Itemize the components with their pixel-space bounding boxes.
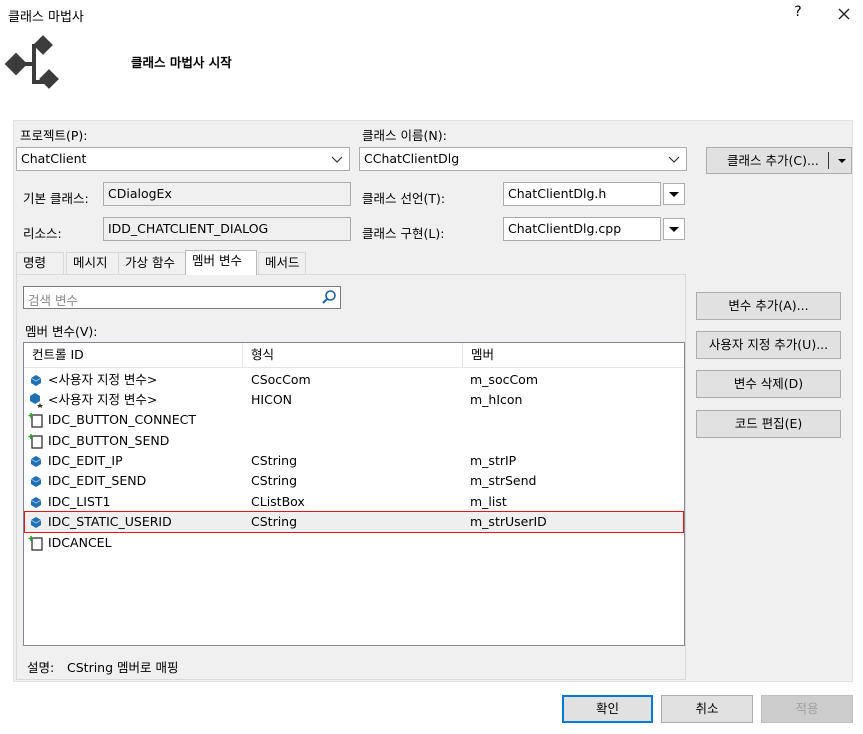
- cell-control-id: <사용자 지정 변수>: [48, 372, 158, 387]
- column-header-member[interactable]: 멤버: [463, 343, 684, 368]
- wizard-heading: 클래스 마법사 시작: [131, 55, 232, 70]
- tab-commands[interactable]: 명령: [16, 252, 64, 274]
- ok-button[interactable]: 확인: [562, 695, 653, 723]
- cancel-button[interactable]: 취소: [661, 695, 753, 723]
- edit-code-button[interactable]: 코드 편집(E): [696, 410, 841, 438]
- class-decl-label: 클래스 선언(T):: [362, 191, 446, 206]
- class-impl-field: ChatClientDlg.cpp: [503, 217, 661, 241]
- control-add-icon: [28, 413, 43, 428]
- variable-icon: [30, 497, 42, 508]
- dropdown-arrow-icon: [669, 227, 679, 232]
- control-add-icon: [28, 536, 43, 551]
- table-row[interactable]: <사용자 지정 변수> CSocCom m_socCom: [24, 370, 684, 390]
- cell-member: m_list: [470, 494, 507, 509]
- apply-button[interactable]: 적용: [761, 695, 853, 723]
- cell-member: m_strUserID: [470, 514, 547, 529]
- cell-type: CListBox: [251, 494, 305, 509]
- tab-methods[interactable]: 메서드: [258, 252, 306, 274]
- add-class-button[interactable]: 클래스 추가(C)...: [706, 147, 852, 174]
- table-row[interactable]: IDCANCEL: [24, 533, 684, 553]
- add-variable-button[interactable]: 변수 추가(A)...: [696, 292, 841, 320]
- cell-type: CString: [251, 514, 298, 529]
- table-row[interactable]: IDC_EDIT_IP CString m_strIP: [24, 451, 684, 471]
- class-impl-dropdown[interactable]: [663, 218, 685, 240]
- class-name-value: CChatClientDlg: [364, 151, 460, 166]
- cell-control-id: IDC_EDIT_IP: [48, 453, 123, 468]
- project-value: ChatClient: [21, 151, 87, 166]
- class-decl-field: ChatClientDlg.h: [503, 182, 661, 206]
- table-row[interactable]: IDC_LIST1 CListBox m_list: [24, 492, 684, 512]
- window-title: 클래스 마법사: [8, 10, 84, 25]
- search-icon[interactable]: [321, 289, 337, 305]
- variable-star-icon: [30, 393, 43, 408]
- add-class-label: 클래스 추가(C)...: [727, 153, 819, 168]
- table-row-selected[interactable]: IDC_STATIC_USERID CString m_strUserID: [24, 512, 684, 532]
- project-label: 프로젝트(P):: [20, 128, 88, 143]
- column-header-control-id[interactable]: 컨트롤 ID: [24, 343, 243, 368]
- resource-field: IDD_CHATCLIENT_DIALOG: [103, 217, 351, 241]
- split-divider: [828, 152, 829, 169]
- delete-variable-button[interactable]: 변수 삭제(D): [696, 370, 841, 398]
- chevron-down-icon: [331, 156, 343, 163]
- description-label: 설명:: [27, 660, 55, 675]
- column-header-type[interactable]: 형식: [243, 343, 463, 368]
- member-variables-list[interactable]: 컨트롤 ID 형식 멤버 <사용자 지정 변수> CSocCom m_socCo…: [23, 342, 685, 646]
- member-variables-label: 멤버 변수(V):: [25, 324, 98, 339]
- cell-member: m_hIcon: [470, 392, 523, 407]
- search-placeholder: 검색 변수: [28, 293, 78, 308]
- class-name-combo[interactable]: CChatClientDlg: [359, 147, 687, 171]
- cell-control-id: IDCANCEL: [48, 535, 112, 550]
- description-text: CString 멤버로 매핑: [67, 660, 179, 675]
- cell-member: m_strIP: [470, 453, 517, 468]
- resource-label: 리소스:: [23, 226, 62, 241]
- class-decl-dropdown[interactable]: [663, 183, 685, 205]
- project-combo[interactable]: ChatClient: [16, 147, 350, 171]
- base-class-field: CDialogEx: [103, 182, 351, 206]
- cell-type: CSocCom: [251, 372, 311, 387]
- class-wizard-icon: [4, 34, 66, 96]
- cell-member: m_socCom: [470, 372, 539, 387]
- table-row[interactable]: IDC_BUTTON_SEND: [24, 431, 684, 451]
- help-button[interactable]: ?: [788, 4, 808, 24]
- dropdown-arrow-icon: [669, 192, 679, 197]
- class-impl-label: 클래스 구현(L):: [362, 226, 445, 241]
- cell-type: HICON: [251, 392, 293, 407]
- cell-control-id: IDC_LIST1: [48, 494, 111, 509]
- chevron-down-icon: [668, 156, 680, 163]
- add-custom-button[interactable]: 사용자 지정 추가(U)...: [696, 331, 841, 359]
- list-header: 컨트롤 ID 형식 멤버: [24, 343, 684, 368]
- close-button[interactable]: [832, 2, 856, 26]
- cell-control-id: IDC_BUTTON_SEND: [48, 433, 170, 448]
- cell-type: CString: [251, 453, 298, 468]
- variable-icon: [30, 456, 42, 467]
- class-name-label: 클래스 이름(N):: [362, 128, 447, 143]
- cell-control-id: IDC_EDIT_SEND: [48, 473, 147, 488]
- cell-type: CString: [251, 473, 298, 488]
- table-row[interactable]: IDC_BUTTON_CONNECT: [24, 410, 684, 430]
- variable-icon: [30, 375, 42, 386]
- tab-member-variables[interactable]: 멤버 변수: [185, 250, 257, 275]
- table-row[interactable]: IDC_EDIT_SEND CString m_strSend: [24, 471, 684, 491]
- cell-control-id: IDC_BUTTON_CONNECT: [48, 412, 197, 427]
- base-class-label: 기본 클래스:: [23, 191, 89, 206]
- chevron-down-icon: [838, 159, 846, 163]
- table-row[interactable]: <사용자 지정 변수> HICON m_hIcon: [24, 390, 684, 410]
- close-icon: [838, 8, 850, 20]
- cell-member: m_strSend: [470, 473, 537, 488]
- search-input[interactable]: 검색 변수: [23, 286, 341, 309]
- control-add-icon: [28, 434, 43, 449]
- variable-icon: [30, 517, 42, 528]
- variable-icon: [30, 476, 42, 487]
- cell-control-id: <사용자 지정 변수>: [48, 392, 158, 407]
- cell-control-id: IDC_STATIC_USERID: [48, 514, 172, 529]
